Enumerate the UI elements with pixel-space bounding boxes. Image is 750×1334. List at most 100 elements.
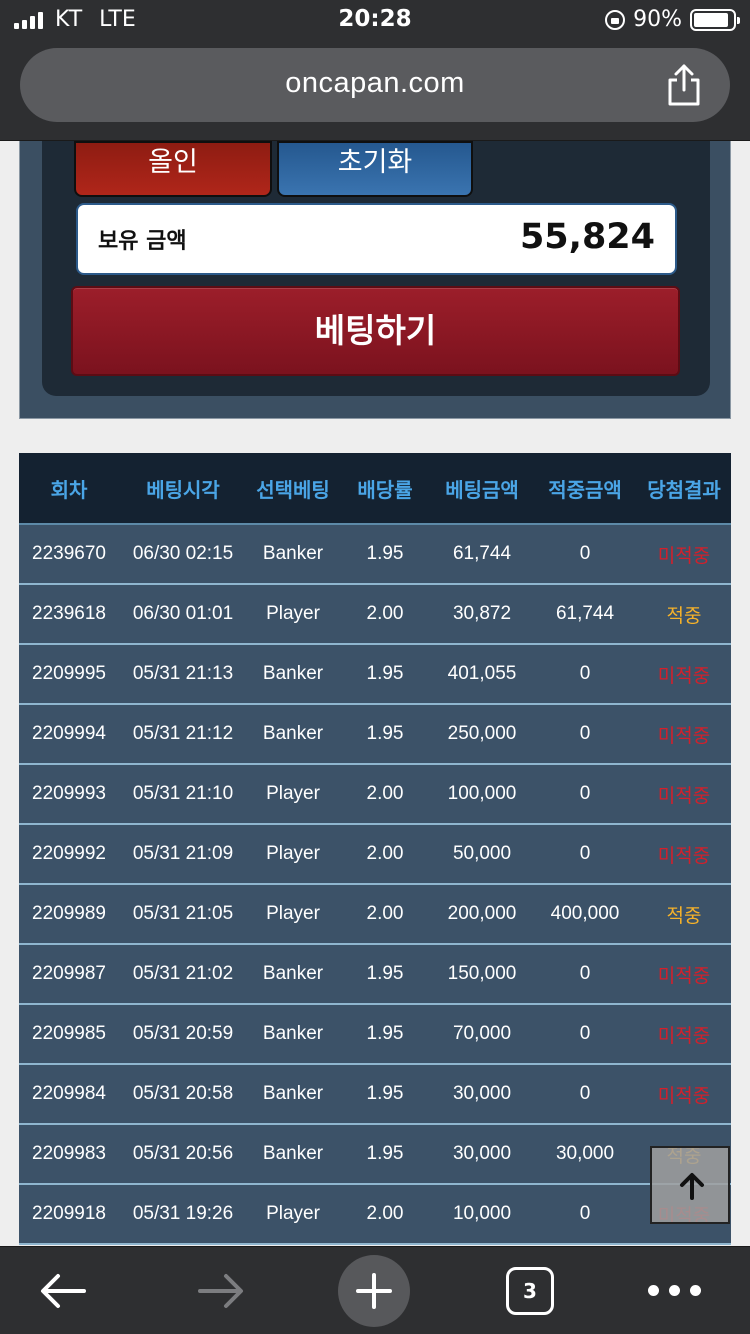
result-cell: 미적중 [637,1065,731,1125]
table-row: 2209984 05/31 20:58 Banker 1.95 30,000 0 미적중 [19,1065,731,1125]
balance-value: 55,824 [519,217,655,257]
win-amount-cell: 0 [533,825,637,885]
rotation-lock-icon [605,9,626,30]
scroll-top-button[interactable] [650,1146,730,1224]
win-amount-cell: 0 [533,705,637,765]
allin-button[interactable]: 올인 [74,141,272,197]
balance-box: 보유 금액 55,824 [76,203,677,275]
plus-icon [356,1273,392,1309]
result-cell: 미적중 [637,525,731,585]
bet-amount-cell: 50,000 [431,825,533,885]
column-header: 당첨결과 [637,453,731,525]
network-type: LTE [99,7,136,32]
selection-cell: Player [247,765,339,825]
selection-cell: Banker [247,705,339,765]
selection-cell: Player [247,1185,339,1245]
bet-amount-cell: 200,000 [431,885,533,945]
address-bar[interactable]: oncapan.com [20,48,730,122]
column-header: 적중금액 [533,453,637,525]
table-row: 2239670 06/30 02:15 Banker 1.95 61,744 0 미적중 [19,525,731,585]
odds-cell: 1.95 [339,525,431,585]
column-header: 배당률 [339,453,431,525]
column-header: 베팅시각 [119,453,247,525]
win-amount-cell: 0 [533,945,637,1005]
more-icon[interactable] [648,1285,701,1296]
odds-cell: 2.00 [339,1185,431,1245]
status-right: 90% [605,7,740,32]
bet-amount-cell: 401,055 [431,645,533,705]
win-amount-cell: 61,744 [533,585,637,645]
odds-cell: 2.00 [339,825,431,885]
table-row: 2209995 05/31 21:13 Banker 1.95 401,055 0 미적중 [19,645,731,705]
bet-time-cell: 05/31 19:26 [119,1185,247,1245]
table-row: 2209983 05/31 20:56 Banker 1.95 30,000 30,000… [19,1125,731,1185]
place-bet-button[interactable]: 베팅하기 [71,286,680,376]
result-cell: 적중 [637,585,731,645]
column-header: 선택베팅 [247,453,339,525]
odds-cell: 1.95 [339,1005,431,1065]
round-cell: 2209992 [19,825,119,885]
result-cell: 미적중 [637,645,731,705]
bet-amount-cell: 30,872 [431,585,533,645]
bet-amount-cell: 30,000 [431,1065,533,1125]
bet-time-cell: 05/31 21:12 [119,705,247,765]
bet-time-cell: 05/31 20:58 [119,1065,247,1125]
bet-amount-cell: 10,000 [431,1185,533,1245]
new-tab-button[interactable] [338,1255,410,1327]
share-icon[interactable] [664,62,704,108]
win-amount-cell: 0 [533,1065,637,1125]
result-cell: 미적중 [637,705,731,765]
bet-time-cell: 06/30 01:01 [119,585,247,645]
result-cell: 미적중 [637,945,731,1005]
win-amount-cell: 30,000 [533,1125,637,1185]
back-button[interactable] [38,1271,88,1315]
round-cell: 2239670 [19,525,119,585]
bet-time-cell: 05/31 21:13 [119,645,247,705]
round-cell: 2209987 [19,945,119,1005]
battery-fill [694,12,729,27]
table-row: 2239618 06/30 01:01 Player 2.00 30,872 61,744… [19,585,731,645]
table-body: 2239670 06/30 02:15 Banker 1.95 61,744 0 미적중 22… [19,525,731,1245]
status-bar: KT LTE 20:28 90% [0,0,750,40]
url-text: oncapan.com [285,67,465,99]
bet-time-cell: 05/31 21:10 [119,765,247,825]
forward-button[interactable] [196,1271,246,1315]
arrow-left-icon [41,1274,86,1308]
table-row: 2209993 05/31 21:10 Player 2.00 100,000 0 미적중 [19,765,731,825]
table-header: 회차 베팅시각 선택베팅 배당률 베팅금액 적중금액 당첨결과 [19,453,731,525]
column-header: 베팅금액 [431,453,533,525]
signal-icon [14,11,43,29]
result-cell: 적중 [637,885,731,945]
round-cell: 2209989 [19,885,119,945]
tabs-button[interactable]: 3 [506,1267,554,1315]
round-cell: 2209993 [19,765,119,825]
browser-toolbar: 3 [0,1246,750,1334]
reset-button[interactable]: 초기화 [277,141,473,197]
round-cell: 2209983 [19,1125,119,1185]
selection-cell: Banker [247,525,339,585]
win-amount-cell: 0 [533,525,637,585]
browser-url-area: oncapan.com [0,40,750,141]
table-row: 2209989 05/31 21:05 Player 2.00 200,000 400,0… [19,885,731,945]
table-row: 220991805/31 19:26Player2.0010,0000미적중 [19,1185,731,1245]
result-cell: 미적중 [637,1005,731,1065]
arrow-up-icon [680,1173,704,1200]
odds-cell: 2.00 [339,765,431,825]
header-row: 회차 베팅시각 선택베팅 배당률 베팅금액 적중금액 당첨결과 [19,453,731,525]
round-cell: 2209995 [19,645,119,705]
odds-cell: 1.95 [339,945,431,1005]
bet-amount-cell: 100,000 [431,765,533,825]
bet-amount-cell: 250,000 [431,705,533,765]
win-amount-cell: 0 [533,1005,637,1065]
bet-panel: 올인 초기화 보유 금액 55,824 베팅하기 [19,141,731,419]
odds-cell: 2.00 [339,885,431,945]
round-cell: 2209985 [19,1005,119,1065]
result-cell: 미적중 [637,765,731,825]
round-cell: 2239618 [19,585,119,645]
bet-time-cell: 05/31 20:59 [119,1005,247,1065]
win-amount-cell: 400,000 [533,885,637,945]
bet-time-cell: 05/31 21:09 [119,825,247,885]
round-cell: 2209918 [19,1185,119,1245]
table-row: 2209985 05/31 20:59 Banker 1.95 70,000 0 미적중 [19,1005,731,1065]
bet-time-cell: 06/30 02:15 [119,525,247,585]
